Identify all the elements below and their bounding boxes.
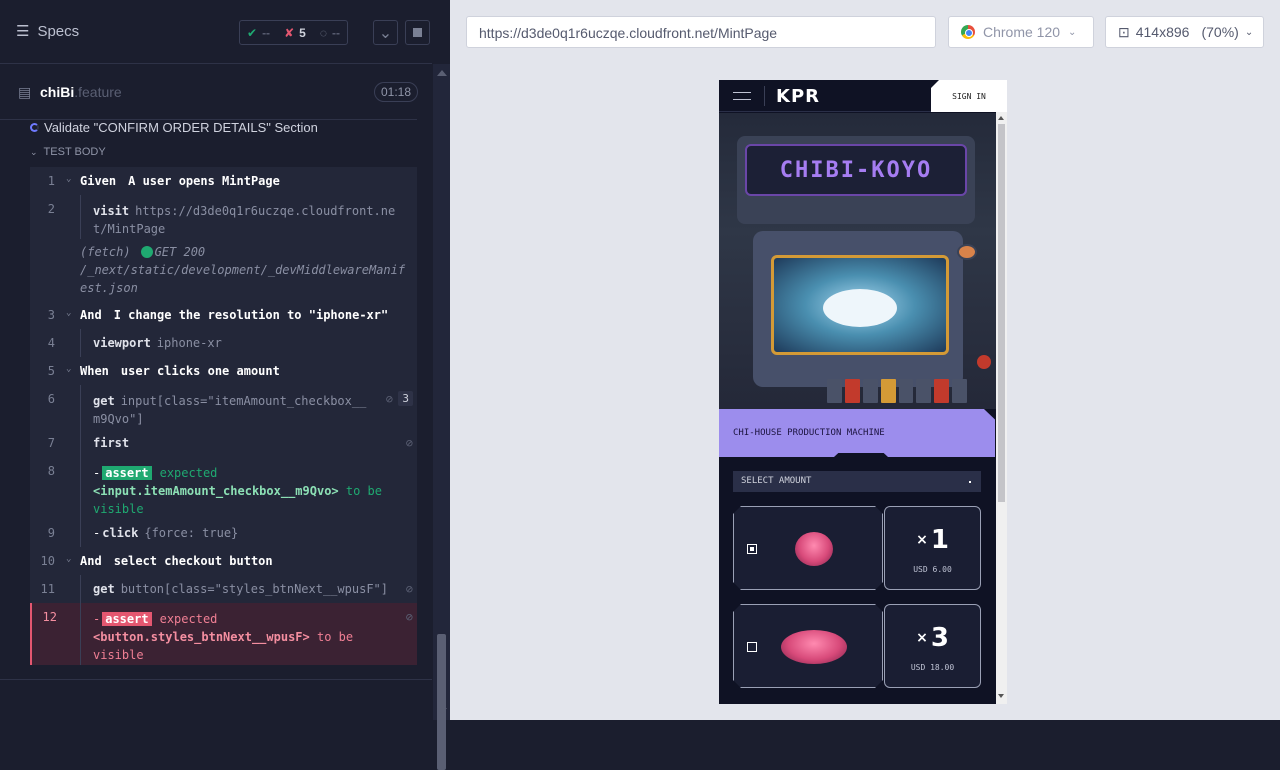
suite-title[interactable]: Validate "CONFIRM ORDER DETAILS" Section (30, 120, 318, 135)
arcade-machine-image: CHIBI-KOYO (719, 113, 996, 409)
command-row[interactable]: 11 get button[class="styles_btnNext__wpus… (30, 575, 417, 603)
scroll-down-icon[interactable] (437, 708, 447, 714)
sign-in-button[interactable]: SIGN IN (931, 80, 1007, 112)
app-scrollbar[interactable] (996, 112, 1007, 704)
chevron-down-icon[interactable]: ⌄ (373, 20, 398, 45)
command-row[interactable]: 8 - assert expected <input.itemAmount_check… (30, 457, 417, 519)
command-row[interactable]: 9 - click {force: true} (30, 519, 417, 547)
command-row[interactable]: 10 ⌄ And select checkout button (30, 547, 417, 575)
specs-button[interactable]: ☰ Specs (16, 22, 80, 41)
stop-button[interactable] (405, 20, 430, 45)
command-list: 1 ⌄ Given A user opens MintPage 2 visit htt… (30, 167, 417, 665)
scroll-up-icon[interactable] (437, 70, 447, 76)
menu-icon: ☰ (16, 23, 30, 40)
command-row[interactable]: 6 get input[class="itemAmount_checkbox__m… (30, 385, 417, 429)
command-row[interactable]: 7 first ⊘ (30, 429, 417, 457)
command-row[interactable]: 3 ⌄ And I change the resolution to "iphone… (30, 301, 417, 329)
chevron-down-icon: ⌄ (1244, 26, 1254, 38)
spec-file-header: ▤ chiBi.feature 01:18 (0, 76, 419, 120)
viewport-info[interactable]: ⊡ 414x896 (70%) ⌄ (1105, 16, 1264, 48)
scroll-down-icon[interactable] (998, 694, 1004, 698)
eye-slash-icon: ⊘ (405, 610, 413, 624)
specs-label: Specs (37, 22, 80, 40)
fetch-row[interactable]: (fetch) GET 200/_next/static/development/… (30, 239, 417, 301)
test-body-toggle[interactable]: ⌄ TEST BODY (30, 146, 106, 158)
scroll-thumb[interactable] (437, 634, 446, 770)
marquee-screen: CHIBI-KOYO (745, 144, 967, 196)
price-label: USD 6.00 (913, 565, 952, 574)
app-preview-panel: https://d3de0q1r6uczqe.cloudfront.net/Mi… (450, 0, 1280, 720)
failed-stat: ✘ 5 (284, 25, 306, 40)
amount-checkbox[interactable] (747, 642, 757, 652)
browser-selector[interactable]: Chrome 120 ⌄ (948, 16, 1094, 48)
chrome-icon (961, 25, 975, 39)
eye-slash-icon: ⊘ (405, 582, 413, 596)
stats-bar: ✔ -- ✘ 5 ◌ -- (239, 20, 348, 45)
command-row[interactable]: 2 visit https://d3de0q1r6uczqe.cloudfront… (30, 195, 417, 239)
pending-stat: ◌ -- (319, 25, 340, 40)
amount-checkbox[interactable] (747, 544, 757, 554)
reporter-scrollbar[interactable] (433, 64, 450, 770)
select-amount-dropdown[interactable]: SELECT AMOUNT (733, 471, 981, 492)
spec-file-name: chiBi.feature (40, 84, 122, 100)
status-dot-icon (140, 246, 153, 258)
reporter-header: ☰ Specs ✔ -- ✘ 5 ◌ -- ⌄ (0, 0, 432, 64)
amount-option[interactable]: × 3 USD 18.00 (733, 604, 981, 688)
app-scroll-thumb[interactable] (998, 124, 1005, 502)
passed-stat: ✔ -- (247, 25, 271, 40)
chevron-down-icon: ⌄ (30, 146, 38, 157)
failed-command-row[interactable]: 12 - assert expected <button.styles_btnNext… (30, 603, 417, 665)
chevron-down-icon: ⌄ (1068, 26, 1077, 38)
app-logo: KPR (776, 86, 821, 107)
count-badge: 3 (398, 391, 413, 406)
app-navbar: KPR SIGN IN (719, 80, 1007, 112)
scroll-up-icon[interactable] (998, 116, 1004, 120)
chevron-down-icon: ⌄ (66, 554, 72, 564)
machine-title-card: CHI-HOUSE PRODUCTION MACHINE (719, 409, 995, 457)
amount-option[interactable]: × 1 USD 6.00 (733, 506, 981, 590)
app-viewport: KPR SIGN IN CHIBI-KOYO CHI-HOUSE PRODUCT… (719, 80, 1007, 704)
chevron-down-icon: ⌄ (66, 308, 72, 318)
viewport-icon: ⊡ (1118, 23, 1130, 40)
command-row[interactable]: 1 ⌄ Given A user opens MintPage (30, 167, 417, 195)
file-icon: ▤ (18, 84, 32, 100)
stop-icon (413, 28, 422, 37)
command-log-panel: ☰ Specs ✔ -- ✘ 5 ◌ -- ⌄ ▤ chiBi.feature … (0, 0, 450, 770)
toy-image (795, 532, 833, 566)
price-label: USD 18.00 (910, 663, 955, 672)
running-spinner-icon (30, 123, 39, 132)
quantity-label: × 3 (916, 623, 949, 653)
toy-image (781, 630, 847, 664)
chevron-down-icon: ⌄ (66, 364, 72, 374)
command-row[interactable]: 5 ⌄ When user clicks one amount (30, 357, 417, 385)
quantity-label: × 1 (916, 525, 949, 555)
command-row[interactable]: 4 viewport iphone-xr (30, 329, 417, 357)
duration-badge: 01:18 (374, 82, 419, 102)
eye-slash-icon: ⊘ (405, 436, 413, 450)
hamburger-icon[interactable] (733, 92, 751, 100)
eye-slash-icon: ⊘ (385, 392, 393, 406)
creature-image (823, 289, 897, 327)
chevron-down-icon: ⌄ (66, 174, 72, 184)
url-bar[interactable]: https://d3de0q1r6uczqe.cloudfront.net/Mi… (466, 16, 936, 48)
